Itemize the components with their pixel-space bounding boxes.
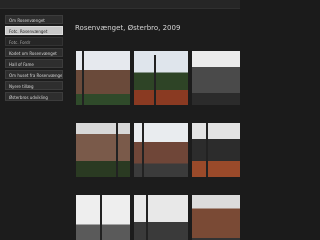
tree-silhouette xyxy=(142,123,144,177)
tree-silhouette xyxy=(100,195,102,240)
gallery-photo-thumbnail[interactable] xyxy=(192,195,240,240)
main-content: Rosenvænget, Østerbro, 2009 xyxy=(72,15,240,240)
gallery-photo-thumbnail[interactable] xyxy=(76,195,130,240)
page: Om Rosenvænget Fotc. Rosenvænget Fotc. F… xyxy=(0,0,240,240)
tree-silhouette xyxy=(116,123,118,177)
sidebar-item-om-rosenvaenget[interactable]: Om Rosenvænget xyxy=(5,15,63,24)
tree-silhouette xyxy=(146,195,148,240)
sidebar-item-nyere[interactable]: Nyere tillæg xyxy=(5,81,63,90)
gallery-photo-thumbnail[interactable] xyxy=(76,123,130,177)
gallery-photo-thumbnail[interactable] xyxy=(134,195,188,240)
page-title: Rosenvænget, Østerbro, 2009 xyxy=(75,24,181,32)
sidebar-nav: Om Rosenvænget Fotc. Rosenvænget Fotc. F… xyxy=(5,15,63,103)
gallery-photo-thumbnail[interactable] xyxy=(134,123,188,177)
tree-silhouette xyxy=(206,123,208,177)
gallery-photo-thumbnail[interactable] xyxy=(134,51,188,105)
gallery-photo-thumbnail[interactable] xyxy=(192,51,240,105)
sidebar-item-kodet-om[interactable]: Kodet om Rosenvænget xyxy=(5,48,63,57)
sidebar-item-foto-rosenvaenget[interactable]: Fotc. Rosenvænget xyxy=(5,26,63,35)
sidebar-item-osterbros-udvikling[interactable]: Østerbros udvikling xyxy=(5,92,63,101)
top-bar xyxy=(0,0,240,9)
sidebar-item-om-huset[interactable]: Om huset fra Rosenvænget xyxy=(5,70,63,79)
sidebar-item-hall-of-fame[interactable]: Hall of Fame xyxy=(5,59,63,68)
gallery-photo-thumbnail[interactable] xyxy=(76,51,130,105)
gallery-photo-thumbnail[interactable] xyxy=(192,123,240,177)
tree-silhouette xyxy=(154,55,156,105)
tree-silhouette xyxy=(82,51,84,105)
sidebar-item-foto-for[interactable]: Fotc. Fordr xyxy=(5,37,63,46)
